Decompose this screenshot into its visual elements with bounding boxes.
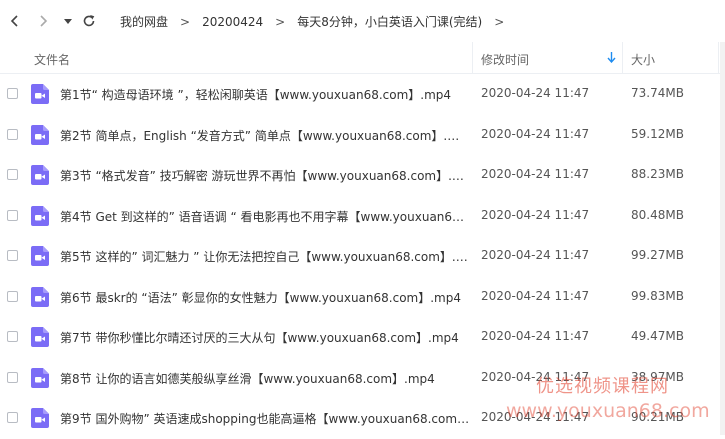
file-modified-date: 2020-04-24 11:47 xyxy=(481,207,590,222)
row-checkbox[interactable] xyxy=(7,290,18,302)
file-modified-date: 2020-04-24 11:47 xyxy=(481,126,590,141)
column-divider[interactable] xyxy=(718,42,719,74)
file-name[interactable]: 第1节“ 构造母语环境 ”，轻松闲聊英语【www.youxuan68.com】.… xyxy=(60,86,451,103)
video-file-icon xyxy=(31,205,49,226)
breadcrumb-item-current[interactable]: 每天8分钟，小白英语入门课(完结) xyxy=(297,13,482,30)
file-name[interactable]: 第2节 简单点，English “发音方式” 简单点【www.youxuan68… xyxy=(60,127,470,144)
file-modified-date: 2020-04-24 11:47 xyxy=(481,86,590,100)
row-checkbox[interactable] xyxy=(7,128,18,140)
back-button[interactable] xyxy=(6,12,24,30)
file-name[interactable]: 第5节 这样的” 词汇魅力 ” 让你无法把控自己【www.youxuan68.c… xyxy=(60,248,470,265)
file-modified-date: 2020-04-24 11:47 xyxy=(481,369,590,384)
file-modified-date: 2020-04-24 11:47 xyxy=(481,288,590,303)
video-file-icon xyxy=(31,367,49,388)
video-file-icon xyxy=(31,246,49,266)
video-file-icon xyxy=(31,84,49,104)
file-size: 59.12MB xyxy=(631,126,684,141)
column-divider[interactable] xyxy=(472,42,473,74)
file-modified-date: 2020-04-24 11:47 xyxy=(481,329,590,343)
file-row[interactable]: 第6节 最skr的 “语法” 彰显你的女性魅力【www.youxuan68.co… xyxy=(0,277,725,318)
breadcrumb-separator: > xyxy=(275,14,286,29)
file-name[interactable]: 第7节 带你秒懂比尔晴还讨厌的三大从句【www.youxuan68.com】.m… xyxy=(60,329,459,346)
history-dropdown-button[interactable] xyxy=(59,12,77,30)
file-size: 99.83MB xyxy=(631,288,684,303)
file-row[interactable]: 第4节 Get 到这样的” 语音语调 “ 看电影再也不用字幕【www.youxu… xyxy=(0,196,725,237)
file-size: 38.97MB xyxy=(631,369,684,384)
video-file-icon xyxy=(31,165,49,185)
navigation-toolbar: 我的网盘 > 20200424 > 每天8分钟，小白英语入门课(完结) > xyxy=(0,0,725,42)
column-header-date[interactable]: 修改时间 xyxy=(481,51,529,68)
file-name[interactable]: 第4节 Get 到这样的” 语音语调 “ 看电影再也不用字幕【www.youxu… xyxy=(60,208,470,225)
video-file-icon xyxy=(31,286,49,307)
breadcrumb-item-root[interactable]: 我的网盘 xyxy=(120,13,168,30)
vertical-scrollbar[interactable] xyxy=(720,42,725,435)
row-checkbox[interactable] xyxy=(7,88,18,99)
refresh-button[interactable] xyxy=(80,12,98,30)
file-row[interactable]: 第5节 这样的” 词汇魅力 ” 让你无法把控自己【www.youxuan68.c… xyxy=(0,236,725,277)
file-modified-date: 2020-04-24 11:47 xyxy=(481,248,590,262)
column-header-name[interactable]: 文件名 xyxy=(34,51,70,68)
file-name[interactable]: 第8节 让你的语言如德芙般纵享丝滑【www.youxuan68.com】.mp4 xyxy=(60,370,435,387)
row-checkbox[interactable] xyxy=(7,250,18,261)
chevron-left-icon xyxy=(10,15,18,27)
file-modified-date: 2020-04-24 11:47 xyxy=(481,410,590,424)
column-divider[interactable] xyxy=(622,42,623,74)
breadcrumb-separator: > xyxy=(180,14,191,29)
row-checkbox[interactable] xyxy=(7,371,18,383)
breadcrumb-separator: > xyxy=(494,14,505,29)
file-name[interactable]: 第3节 “格式发音” 技巧解密 游玩世界不再怕【www.youxuan68.co… xyxy=(60,167,470,184)
row-checkbox[interactable] xyxy=(7,412,18,423)
file-row[interactable]: 第8节 让你的语言如德芙般纵享丝滑【www.youxuan68.com】.mp4… xyxy=(0,358,725,399)
video-file-icon xyxy=(31,408,49,428)
file-list: 第1节“ 构造母语环境 ”，轻松闲聊英语【www.youxuan68.com】.… xyxy=(0,74,725,439)
row-checkbox[interactable] xyxy=(7,169,18,180)
breadcrumb-item-folder[interactable]: 20200424 xyxy=(202,15,263,29)
sort-descending-icon[interactable] xyxy=(607,52,616,63)
column-header-size[interactable]: 大小 xyxy=(631,51,655,68)
file-modified-date: 2020-04-24 11:47 xyxy=(481,167,590,181)
row-checkbox[interactable] xyxy=(7,209,18,221)
file-name[interactable]: 第6节 最skr的 “语法” 彰显你的女性魅力【www.youxuan68.co… xyxy=(60,289,461,306)
file-row[interactable]: 第7节 带你秒懂比尔晴还讨厌的三大从句【www.youxuan68.com】.m… xyxy=(0,317,725,358)
refresh-icon xyxy=(83,15,95,27)
video-file-icon xyxy=(31,124,49,145)
file-row[interactable]: 第2节 简单点，English “发音方式” 简单点【www.youxuan68… xyxy=(0,115,725,156)
file-size: 99.27MB xyxy=(631,248,684,262)
file-size: 88.23MB xyxy=(631,167,684,181)
breadcrumb: 我的网盘 > 20200424 > 每天8分钟，小白英语入门课(完结) > xyxy=(120,13,516,30)
caret-down-icon xyxy=(64,19,72,24)
chevron-right-icon xyxy=(40,15,48,27)
file-row[interactable]: 第9节 国外购物” 英语速成shopping也能高逼格【www.youxuan6… xyxy=(0,398,725,439)
file-name[interactable]: 第9节 国外购物” 英语速成shopping也能高逼格【www.youxuan6… xyxy=(60,410,470,427)
file-row[interactable]: 第3节 “格式发音” 技巧解密 游玩世界不再怕【www.youxuan68.co… xyxy=(0,155,725,196)
row-checkbox[interactable] xyxy=(7,331,18,342)
file-row[interactable]: 第1节“ 构造母语环境 ”，轻松闲聊英语【www.youxuan68.com】.… xyxy=(0,74,725,115)
video-file-icon xyxy=(31,327,49,347)
forward-button[interactable] xyxy=(34,12,52,30)
file-list-header: 文件名 修改时间 大小 xyxy=(0,42,725,74)
file-size: 80.48MB xyxy=(631,207,684,222)
file-size: 73.74MB xyxy=(631,86,684,100)
file-size: 90.21MB xyxy=(631,410,684,424)
file-size: 49.47MB xyxy=(631,329,684,343)
